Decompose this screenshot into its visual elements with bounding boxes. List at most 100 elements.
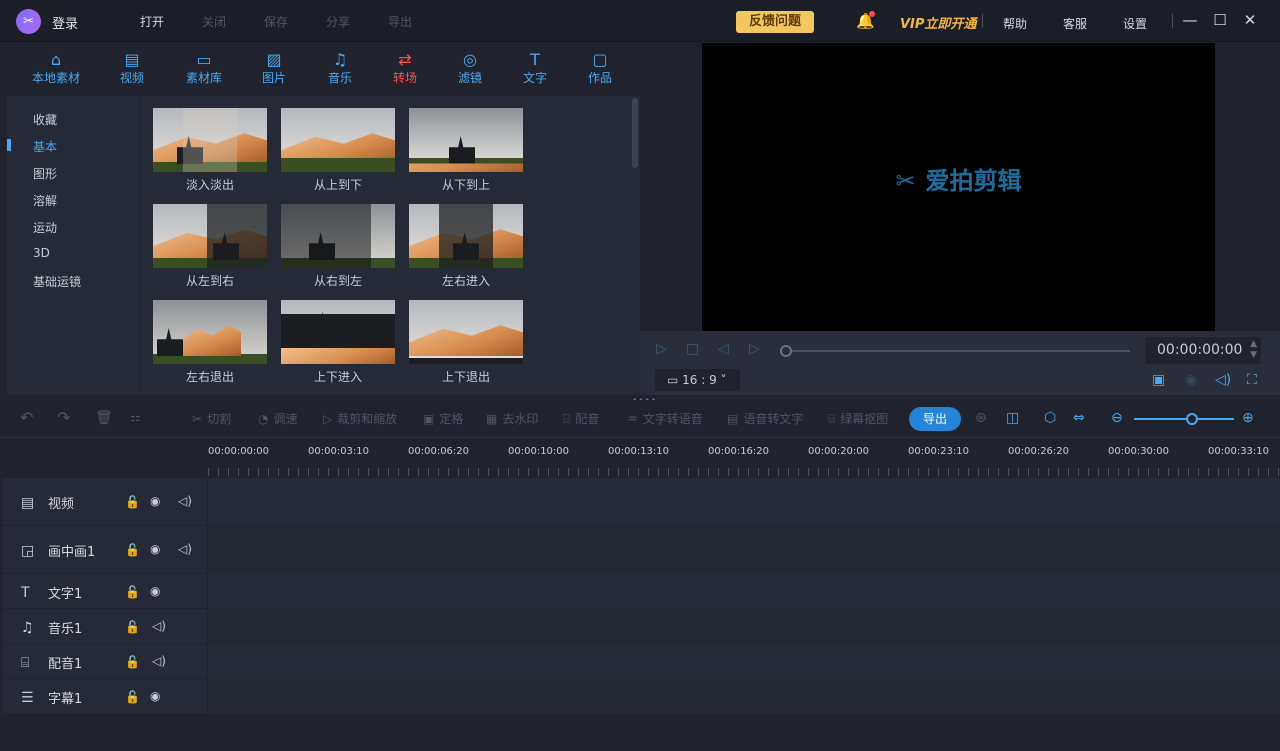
menu-close[interactable]: 关闭	[202, 13, 264, 30]
delete-icon[interactable]: 🗑	[95, 410, 113, 426]
menu-open[interactable]: 打开	[140, 13, 202, 30]
feedback-button[interactable]: 反馈问题	[736, 11, 814, 33]
tab-video[interactable]: ▤ 视频	[120, 51, 144, 86]
aspect-ratio-select[interactable]: ▭ 16 : 9 ˅	[655, 369, 740, 391]
camera-icon[interactable]: ◉	[1185, 372, 1197, 388]
preview-screen: ✂ 爱拍剪辑	[702, 43, 1215, 331]
menu-share[interactable]: 分享	[326, 13, 388, 30]
transition-thumb[interactable]	[281, 204, 395, 268]
stt-button[interactable]: ▤ 语音转文字	[727, 410, 803, 427]
time-display[interactable]: 00:00:00:00 ▲ ▼	[1145, 337, 1261, 364]
prev-frame-icon[interactable]: ◁	[718, 341, 729, 357]
scrollbar-thumb[interactable]	[632, 98, 638, 168]
category-favorites[interactable]: 收藏	[33, 111, 57, 128]
undo-icon[interactable]: ↶	[20, 408, 33, 427]
transition-thumb[interactable]	[409, 108, 523, 172]
menu-save[interactable]: 保存	[264, 13, 326, 30]
tab-text[interactable]: T 文字	[523, 51, 547, 86]
lock-icon[interactable]: 🔓	[125, 585, 140, 599]
category-camera[interactable]: 基础运镜	[33, 273, 81, 290]
fit-timeline-icon[interactable]: ⇔	[1073, 410, 1085, 426]
eye-icon[interactable]: ◉	[150, 542, 160, 556]
track-lane-video[interactable]	[208, 478, 1280, 526]
volume-icon[interactable]: ◁)	[178, 494, 192, 508]
help-link[interactable]: 帮助	[1003, 15, 1063, 32]
playback-slider[interactable]	[780, 345, 1130, 357]
transition-thumb[interactable]	[153, 108, 267, 172]
stop-icon[interactable]: □	[686, 341, 699, 357]
volume-icon[interactable]: ◁)	[152, 619, 166, 633]
split-view-icon[interactable]: ◫	[1006, 410, 1019, 426]
category-shape[interactable]: 图形	[33, 165, 57, 182]
tab-library[interactable]: ▭ 素材库	[186, 51, 222, 86]
crop-button[interactable]: ▷ 裁剪和缩放	[323, 410, 397, 427]
notification-bell-icon[interactable]: 🔔	[856, 11, 875, 30]
track-lane-dub[interactable]	[208, 644, 1280, 679]
time-stepper-icon[interactable]: ▲ ▼	[1250, 339, 1257, 361]
transition-thumb[interactable]	[281, 108, 395, 172]
redo-icon[interactable]: ↷	[57, 408, 70, 427]
transition-thumb[interactable]	[281, 300, 395, 364]
transition-thumb[interactable]	[409, 300, 523, 364]
tab-works[interactable]: ▢ 作品	[588, 51, 612, 86]
time-ruler[interactable]: 00:00:00:00 00:00:03:10 00:00:06:20 00:0…	[208, 446, 1280, 476]
fullscreen-icon[interactable]: ⛶	[1247, 372, 1257, 388]
tab-image[interactable]: ▨ 图片	[262, 51, 286, 86]
next-frame-icon[interactable]: ▷	[749, 341, 760, 357]
snapshot-settings-icon[interactable]: ▣	[1152, 372, 1165, 388]
tts-button[interactable]: ♒ 文字转语音	[627, 410, 703, 427]
category-basic[interactable]: 基本	[33, 138, 57, 155]
divider	[1172, 14, 1173, 28]
tab-local-media[interactable]: ⌂ 本地素材	[32, 51, 80, 86]
speed-button[interactable]: ◔ 调速	[258, 410, 298, 427]
play-icon[interactable]: ▷	[656, 341, 667, 357]
maximize-icon[interactable]: ☐	[1212, 12, 1228, 28]
vip-button[interactable]: VIP立即开通	[900, 13, 976, 32]
export-button[interactable]: 导出	[909, 407, 961, 431]
volume-icon[interactable]: ◁)	[178, 542, 192, 556]
lock-icon[interactable]: 🔓	[125, 690, 140, 704]
zoom-out-icon[interactable]: ⊖	[1111, 410, 1123, 426]
close-icon[interactable]: ✕	[1242, 12, 1258, 28]
dub-button[interactable]: ⌸ 配音	[563, 410, 599, 427]
track-lane-text[interactable]	[208, 574, 1280, 609]
service-link[interactable]: 客服	[1063, 15, 1123, 32]
track-lane-subtitle[interactable]	[208, 679, 1280, 714]
tab-transition[interactable]: ⇄ 转场	[393, 51, 417, 86]
greenscreen-button[interactable]: ⌸ 绿幕抠图	[828, 410, 888, 427]
volume-icon[interactable]: ◁)	[152, 654, 166, 668]
freeze-button[interactable]: ▣ 定格	[423, 410, 463, 427]
transition-scrollbar[interactable]	[631, 96, 639, 395]
eye-icon[interactable]: ◉	[150, 584, 160, 598]
transition-thumb[interactable]	[153, 300, 267, 364]
category-dissolve[interactable]: 溶解	[33, 192, 57, 209]
track-lane-music[interactable]	[208, 609, 1280, 644]
zoom-in-icon[interactable]: ⊕	[1242, 410, 1254, 426]
eye-icon[interactable]: ◉	[150, 494, 160, 508]
zoom-handle[interactable]	[1186, 413, 1198, 425]
lock-icon[interactable]: 🔓	[125, 495, 140, 509]
category-motion[interactable]: 运动	[33, 219, 57, 236]
lock-icon[interactable]: 🔓	[125, 620, 140, 634]
lock-icon[interactable]: 🔓	[125, 543, 140, 557]
zoom-slider[interactable]	[1134, 413, 1234, 425]
volume-icon[interactable]: ◁)	[1215, 372, 1231, 388]
tab-music[interactable]: ♫ 音乐	[328, 51, 352, 86]
menu-export[interactable]: 导出	[388, 13, 450, 30]
split-settings-icon[interactable]: ⚏	[130, 410, 141, 424]
watermark-button[interactable]: ▦ 去水印	[486, 410, 538, 427]
login-link[interactable]: 登录	[52, 13, 78, 32]
locate-icon[interactable]: ⊛	[975, 410, 987, 426]
transition-thumb[interactable]	[409, 204, 523, 268]
transition-thumb[interactable]	[153, 204, 267, 268]
eye-icon[interactable]: ◉	[150, 689, 160, 703]
settings-link[interactable]: 设置	[1123, 15, 1183, 32]
track-lane-pip[interactable]	[208, 526, 1280, 574]
cut-button[interactable]: ✂ 切割	[192, 410, 231, 427]
marker-icon[interactable]: ⬡	[1044, 410, 1056, 426]
minimize-icon[interactable]: —	[1182, 12, 1198, 28]
category-3d[interactable]: 3D	[33, 246, 50, 260]
tab-filter[interactable]: ◎ 滤镜	[458, 51, 482, 86]
playback-handle[interactable]	[780, 345, 792, 357]
lock-icon[interactable]: 🔓	[125, 655, 140, 669]
